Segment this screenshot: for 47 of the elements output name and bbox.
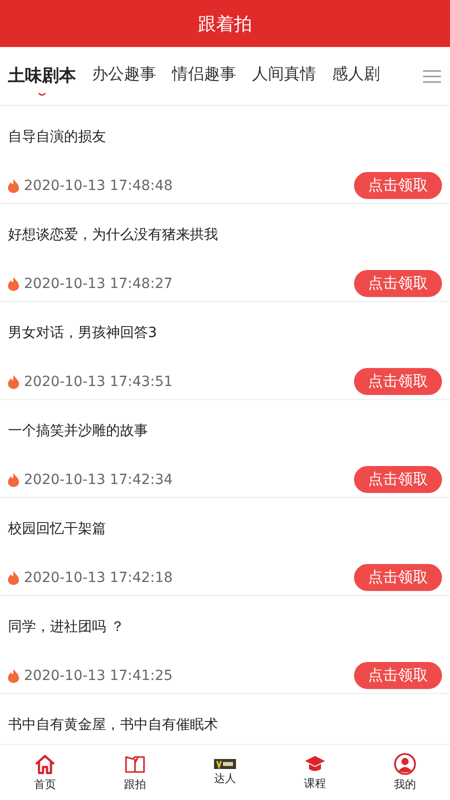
timestamp: 2020-10-13 17:42:18 — [24, 570, 174, 586]
timestamp: 2020-10-13 17:42:34 — [24, 472, 174, 488]
script-title[interactable]: 自导自演的损友 — [8, 128, 442, 146]
nav-label: 课程 — [304, 776, 326, 791]
nav-item[interactable]: 我的 — [360, 745, 450, 800]
book-icon — [124, 753, 146, 775]
claim-button[interactable]: 点击领取 — [354, 368, 442, 395]
header-title: 跟着拍 — [198, 12, 252, 36]
menu-icon[interactable] — [423, 70, 441, 82]
script-title[interactable]: 男女对话，男孩神回答3 — [8, 324, 442, 342]
nav-label: 跟拍 — [124, 777, 146, 792]
timestamp: 2020-10-13 17:48:48 — [24, 178, 174, 194]
flame-icon — [8, 668, 19, 682]
home-icon — [34, 753, 56, 775]
claim-button[interactable]: 点击领取 — [354, 564, 442, 591]
nav-item[interactable]: 达人 — [180, 745, 270, 800]
claim-button[interactable]: 点击领取 — [354, 662, 442, 689]
timestamp: 2020-10-13 17:41:25 — [24, 668, 174, 684]
script-title[interactable]: 一个搞笑并沙雕的故事 — [8, 422, 442, 440]
nav-label: 我的 — [394, 777, 416, 792]
script-title[interactable]: 书中自有黄金屋，书中自有催眠术 — [8, 716, 442, 734]
user-icon — [394, 753, 416, 775]
flame-icon — [8, 178, 19, 192]
category-tab[interactable]: 办公趣事 — [84, 56, 164, 96]
nav-item[interactable]: 首页 — [0, 745, 90, 800]
category-tab[interactable]: 感人剧 — [324, 56, 388, 96]
claim-button[interactable]: 点击领取 — [354, 466, 442, 493]
script-title[interactable]: 校园回忆干架篇 — [8, 520, 442, 538]
flame-icon — [8, 472, 19, 486]
claim-button[interactable]: 点击领取 — [354, 270, 442, 297]
nav-label: 达人 — [214, 771, 236, 786]
flame-icon — [8, 276, 19, 290]
category-tab[interactable]: 土味剧本 — [0, 56, 84, 96]
nav-label: 首页 — [34, 777, 56, 792]
claim-button[interactable]: 点击领取 — [354, 172, 442, 199]
nav-item[interactable]: 课程 — [270, 745, 360, 800]
graduation-cap-icon — [304, 754, 326, 774]
category-tab[interactable]: 人间真情 — [244, 56, 324, 96]
timestamp: 2020-10-13 17:43:51 — [24, 374, 174, 390]
category-tab[interactable]: 情侣趣事 — [164, 56, 244, 96]
script-title[interactable]: 好想谈恋爱，为什么没有猪来拱我 — [8, 226, 442, 244]
script-title[interactable]: 同学，进社团吗 ？ — [8, 618, 442, 636]
flame-icon — [8, 570, 19, 584]
flame-icon — [8, 374, 19, 388]
timestamp: 2020-10-13 17:48:27 — [24, 276, 174, 292]
nav-item[interactable]: 跟拍 — [90, 745, 180, 800]
badge-icon — [214, 759, 236, 769]
